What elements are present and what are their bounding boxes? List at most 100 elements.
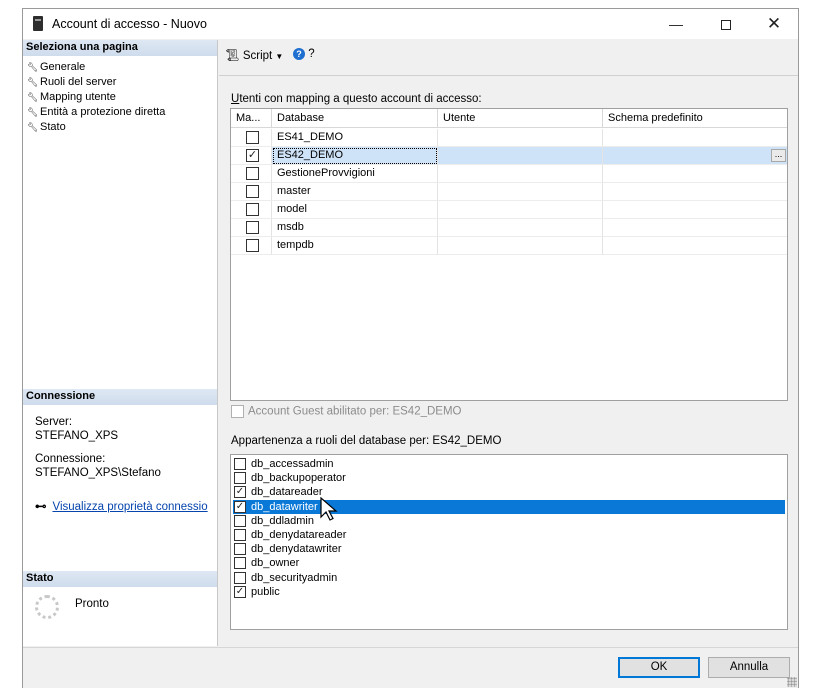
table-row[interactable]: msdb xyxy=(231,219,787,237)
mapped-cell[interactable]: ✓ xyxy=(231,147,272,165)
user-cell[interactable] xyxy=(438,237,603,255)
role-membership-label: Appartenenza a ruoli del database per: E… xyxy=(231,435,502,447)
mapped-cell[interactable] xyxy=(231,219,272,237)
mapped-cell[interactable] xyxy=(231,237,272,255)
map-checkbox[interactable] xyxy=(246,221,259,234)
page-item-ruoli-server[interactable]: 🔧︎ Ruoli del server xyxy=(27,75,116,89)
minimize-button[interactable]: — xyxy=(653,9,699,39)
list-item[interactable]: ✓ db_datawriter xyxy=(233,499,785,514)
list-item[interactable]: ✓ public xyxy=(233,585,785,599)
database-cell[interactable]: ES42_DEMO xyxy=(272,147,438,165)
role-checkbox[interactable]: ✓ xyxy=(234,500,246,513)
server-label: Server: xyxy=(35,416,73,428)
database-cell[interactable]: GestioneProvvigioni xyxy=(272,165,438,183)
mapped-cell[interactable] xyxy=(231,165,272,183)
resize-grip-icon[interactable] xyxy=(787,677,797,687)
role-checkbox[interactable] xyxy=(234,543,246,556)
user-mapping-grid[interactable]: Ma... Database Utente Schema predefinito… xyxy=(230,108,788,401)
map-checkbox[interactable] xyxy=(246,167,259,180)
table-row[interactable]: GestioneProvvigioni xyxy=(231,165,787,183)
role-checkbox[interactable] xyxy=(234,557,246,570)
database-cell[interactable]: model xyxy=(272,201,438,219)
view-connection-properties-link[interactable]: Visualizza proprietà connessio xyxy=(53,501,208,513)
role-name: db_securityadmin xyxy=(251,571,338,584)
schema-cell[interactable] xyxy=(603,219,787,237)
list-item[interactable]: db_accessadmin xyxy=(233,457,785,471)
role-checkbox[interactable]: ✓ xyxy=(234,486,246,499)
role-checkbox[interactable] xyxy=(234,571,246,584)
schema-cell[interactable] xyxy=(603,237,787,255)
database-cell[interactable]: tempdb xyxy=(272,237,438,255)
schema-cell[interactable] xyxy=(603,183,787,201)
grid-header: Ma... Database Utente Schema predefinito xyxy=(231,109,787,128)
mapped-cell[interactable] xyxy=(231,183,272,201)
page-item-entita-protezione[interactable]: 🔧︎ Entità a protezione diretta xyxy=(27,105,165,119)
status-value: Pronto xyxy=(75,598,109,610)
schema-cell[interactable] xyxy=(603,129,787,147)
view-connection-properties: ⊷ Visualizza proprietà connessio xyxy=(35,499,208,513)
column-header-default-schema[interactable]: Schema predefinito xyxy=(603,109,787,128)
page-item-generale[interactable]: 🔧︎ Generale xyxy=(27,60,85,74)
list-item[interactable]: ✓ db_datareader xyxy=(233,485,785,499)
user-cell[interactable] xyxy=(438,201,603,219)
ok-button[interactable]: OK xyxy=(618,657,700,678)
user-cell[interactable] xyxy=(438,129,603,147)
role-checkbox[interactable] xyxy=(234,458,246,470)
maximize-button[interactable] xyxy=(703,9,749,39)
help-label: ? xyxy=(308,48,315,60)
toolbar: 📜︎ Script ▼ ? ? xyxy=(219,40,798,76)
list-item[interactable]: db_backupoperator xyxy=(233,471,785,485)
role-checkbox[interactable] xyxy=(234,472,246,485)
connection-label: Connessione: xyxy=(35,453,106,465)
database-cell[interactable]: master xyxy=(272,183,438,201)
map-checkbox[interactable] xyxy=(246,203,259,216)
column-header-database[interactable]: Database xyxy=(272,109,438,128)
page-item-stato[interactable]: 🔧︎ Stato xyxy=(27,120,66,134)
user-cell[interactable] xyxy=(438,219,603,237)
page-item-mapping-utente[interactable]: 🔧︎ Mapping utente xyxy=(27,90,116,104)
mapped-cell[interactable] xyxy=(231,201,272,219)
user-cell[interactable] xyxy=(438,183,603,201)
table-row[interactable]: ✓ ES42_DEMO... xyxy=(231,147,787,165)
list-item[interactable]: db_owner xyxy=(233,556,785,570)
user-cell[interactable] xyxy=(438,165,603,183)
role-name: db_denydatawriter xyxy=(251,543,342,556)
database-cell[interactable]: msdb xyxy=(272,219,438,237)
script-label: Script xyxy=(242,50,273,62)
list-item[interactable]: db_securityadmin xyxy=(233,571,785,585)
column-header-mapped[interactable]: Ma... xyxy=(231,109,272,128)
schema-cell[interactable] xyxy=(603,147,787,165)
table-row[interactable]: model xyxy=(231,201,787,219)
map-checkbox[interactable]: ✓ xyxy=(246,149,259,162)
schema-cell[interactable] xyxy=(603,165,787,183)
role-name: db_ddladmin xyxy=(251,514,314,527)
table-row[interactable]: ES41_DEMO xyxy=(231,129,787,147)
list-item[interactable]: db_denydatareader xyxy=(233,528,785,542)
list-item[interactable]: db_ddladmin xyxy=(233,514,785,528)
map-checkbox[interactable] xyxy=(246,239,259,252)
role-checkbox[interactable]: ✓ xyxy=(234,585,246,598)
schema-cell[interactable] xyxy=(603,201,787,219)
table-row[interactable]: master xyxy=(231,183,787,201)
table-row[interactable]: tempdb xyxy=(231,237,787,255)
role-checkbox[interactable] xyxy=(234,529,246,541)
page-item-label: Mapping utente xyxy=(40,91,116,103)
user-cell[interactable] xyxy=(438,147,603,165)
cancel-button[interactable]: Annulla xyxy=(708,657,790,678)
map-checkbox[interactable] xyxy=(246,131,259,144)
role-name: db_denydatareader xyxy=(251,529,347,541)
role-membership-list[interactable]: db_accessadmin db_backupoperator ✓ db_datar… xyxy=(230,454,788,630)
role-name: public xyxy=(251,585,280,598)
list-item[interactable]: db_denydatawriter xyxy=(233,542,785,556)
browse-schema-button[interactable]: ... xyxy=(771,149,786,162)
help-button[interactable]: ? ? xyxy=(293,48,315,60)
mapped-cell[interactable] xyxy=(231,129,272,147)
script-button[interactable]: 📜︎ Script ▼ xyxy=(225,48,283,62)
page-item-label: Generale xyxy=(40,61,86,73)
close-button[interactable]: ✕ xyxy=(751,9,797,39)
map-checkbox[interactable] xyxy=(246,185,259,198)
column-header-user[interactable]: Utente xyxy=(438,109,603,128)
database-cell[interactable]: ES41_DEMO xyxy=(272,129,438,147)
role-checkbox[interactable] xyxy=(234,514,246,527)
progress-spinner-icon xyxy=(35,595,59,619)
